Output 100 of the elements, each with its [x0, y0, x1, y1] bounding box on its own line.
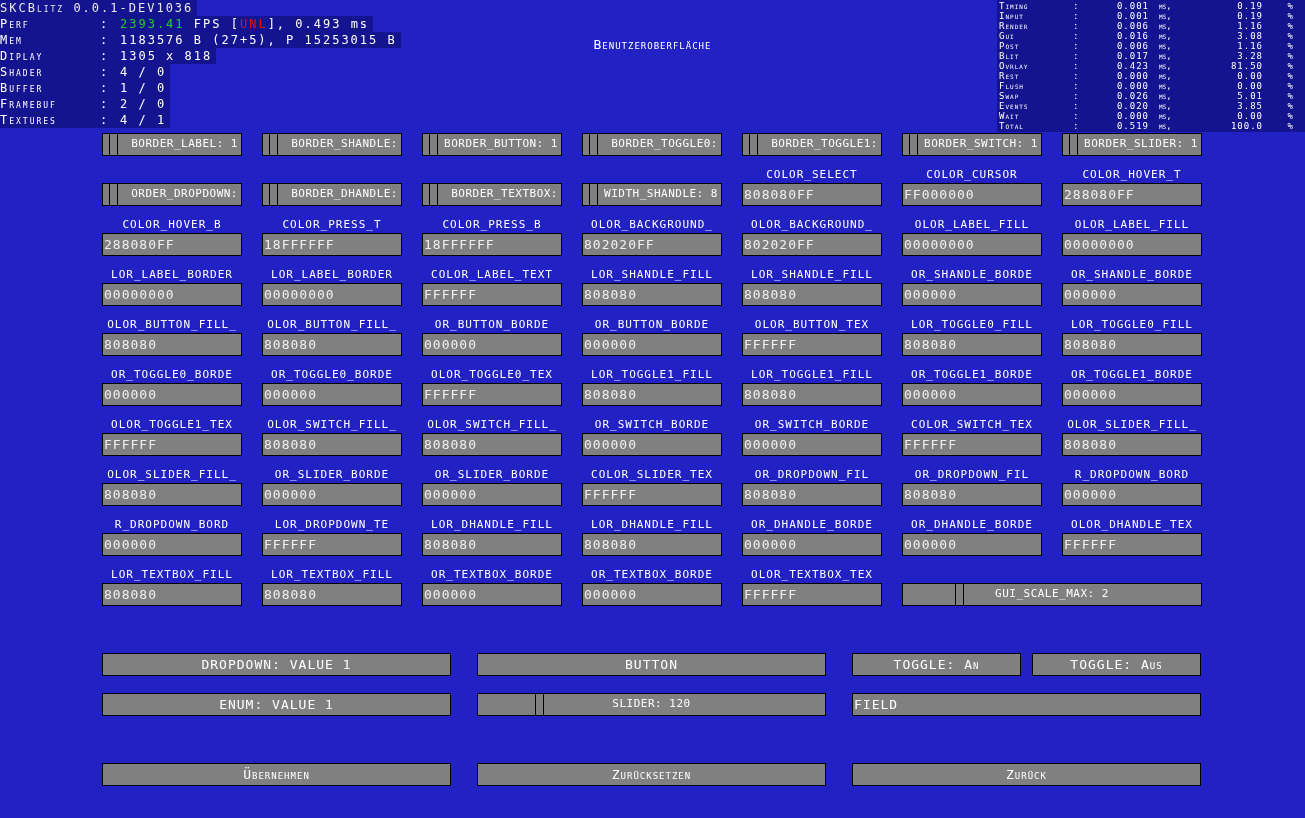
timing-ms: 0.000: [1115, 81, 1149, 91]
input-field[interactable]: 808080: [1062, 333, 1202, 356]
slider[interactable]: SLIDER: 120: [477, 693, 826, 716]
slider[interactable]: BORDER_SLIDER: 1: [1062, 133, 1202, 156]
input-field[interactable]: 808080: [1062, 433, 1202, 456]
slider-handle[interactable]: [589, 184, 599, 205]
slider[interactable]: BORDER_TOGGLE1:: [742, 133, 882, 156]
dropdown[interactable]: DROPDOWN: VALUE 1: [102, 653, 451, 676]
input-field[interactable]: 000000: [742, 533, 882, 556]
slider-handle[interactable]: [109, 184, 119, 205]
input-field[interactable]: 000000: [742, 433, 882, 456]
input-field[interactable]: 808080: [422, 433, 562, 456]
field-label: COLOR_SLIDER_TEX: [591, 467, 713, 482]
input-field[interactable]: 000000: [422, 583, 562, 606]
input-field[interactable]: 000000: [1062, 383, 1202, 406]
input-field[interactable]: 808080: [102, 583, 242, 606]
slider[interactable]: WIDTH_SHANDLE: 8: [582, 183, 722, 206]
input-field[interactable]: 808080: [422, 533, 562, 556]
slider-handle[interactable]: [749, 134, 759, 155]
slider-handle[interactable]: [535, 694, 545, 715]
slider[interactable]: GUI_SCALE_MAX: 2: [902, 583, 1202, 606]
input-field[interactable]: 000000: [102, 533, 242, 556]
input-field[interactable]: 808080: [102, 333, 242, 356]
text-field[interactable]: FIELD: [852, 693, 1201, 716]
input-field[interactable]: FFFFFF: [902, 433, 1042, 456]
input-field[interactable]: FFFFFF: [742, 333, 882, 356]
slider[interactable]: BORDER_LABEL: 1: [102, 133, 242, 156]
input-field[interactable]: 000000: [902, 283, 1042, 306]
input-field[interactable]: 000000: [422, 333, 562, 356]
toggle-button[interactable]: TOGGLE: An: [852, 653, 1021, 676]
input-field[interactable]: 808080: [742, 283, 882, 306]
input-field[interactable]: 808080: [102, 483, 242, 506]
slider-label: BORDER_BUTTON: 1: [444, 136, 558, 153]
input-field[interactable]: 808080: [902, 333, 1042, 356]
slider-handle[interactable]: [109, 134, 119, 155]
slider-handle[interactable]: [589, 134, 599, 155]
slider[interactable]: BORDER_SHANDLE:: [262, 133, 402, 156]
input-field[interactable]: 808080: [582, 533, 722, 556]
input-field[interactable]: 808080: [902, 483, 1042, 506]
slider-handle[interactable]: [429, 134, 439, 155]
input-field[interactable]: 000000: [902, 533, 1042, 556]
input-field[interactable]: FFFFFF: [262, 533, 402, 556]
slider-handle[interactable]: [1069, 134, 1079, 155]
input-field[interactable]: 18FFFFFF: [422, 233, 562, 256]
input-field[interactable]: 000000: [1062, 483, 1202, 506]
input-field[interactable]: FF000000: [902, 183, 1042, 206]
debug-title: SKCBlitz 0.0.1-DEV1036: [0, 0, 198, 16]
slider-handle[interactable]: [269, 134, 279, 155]
button[interactable]: BUTTON: [477, 653, 826, 676]
input-field[interactable]: 00000000: [262, 283, 402, 306]
input-field[interactable]: FFFFFF: [422, 283, 562, 306]
slider[interactable]: BORDER_DHANDLE:: [262, 183, 402, 206]
input-field[interactable]: 000000: [1062, 283, 1202, 306]
input-field[interactable]: 000000: [422, 483, 562, 506]
input-field[interactable]: 808080: [582, 383, 722, 406]
input-field[interactable]: 802020FF: [582, 233, 722, 256]
input-field[interactable]: 00000000: [102, 283, 242, 306]
toggle-button[interactable]: TOGGLE: Aus: [1032, 653, 1201, 676]
input-field[interactable]: 000000: [582, 583, 722, 606]
slider-handle[interactable]: [955, 584, 964, 605]
slider[interactable]: BORDER_SWITCH: 1: [902, 133, 1042, 156]
input-field[interactable]: 18FFFFFF: [262, 233, 402, 256]
input-field[interactable]: 000000: [262, 383, 402, 406]
action-button[interactable]: Übernehmen: [102, 763, 451, 786]
action-button[interactable]: Zurück: [852, 763, 1201, 786]
slider-handle[interactable]: [909, 134, 919, 155]
input-field[interactable]: 00000000: [902, 233, 1042, 256]
input-field[interactable]: 808080: [742, 483, 882, 506]
input-field[interactable]: FFFFFF: [582, 483, 722, 506]
input-field[interactable]: 808080: [262, 433, 402, 456]
input-field[interactable]: 000000: [582, 433, 722, 456]
input-field[interactable]: 802020FF: [742, 233, 882, 256]
input-field[interactable]: FFFFFF: [1062, 533, 1202, 556]
input-field[interactable]: 808080: [742, 383, 882, 406]
slider-handle[interactable]: [269, 184, 279, 205]
input-field[interactable]: 00000000: [1062, 233, 1202, 256]
input-field[interactable]: 000000: [262, 483, 402, 506]
timing-percent: 0.00: [1236, 111, 1263, 121]
input-field[interactable]: 288080FF: [1062, 183, 1202, 206]
input-field[interactable]: 808080FF: [742, 183, 882, 206]
action-button[interactable]: Zurücksetzen: [477, 763, 826, 786]
field-label: LOR_LABEL_BORDER: [111, 267, 233, 282]
input-field[interactable]: 808080: [262, 583, 402, 606]
input-field[interactable]: 808080: [582, 283, 722, 306]
slider[interactable]: BORDER_TEXTBOX:: [422, 183, 562, 206]
input-field[interactable]: FFFFFF: [422, 383, 562, 406]
input-field[interactable]: 288080FF: [102, 233, 242, 256]
slider[interactable]: BORDER_TOGGLE0:: [582, 133, 722, 156]
slider[interactable]: ORDER_DROPDOWN:: [102, 183, 242, 206]
dropdown[interactable]: ENUM: VALUE 1: [102, 693, 451, 716]
slider-handle[interactable]: [429, 184, 439, 205]
input-field[interactable]: 000000: [102, 383, 242, 406]
debug-label: Textures: [0, 112, 58, 129]
input-field[interactable]: 000000: [582, 333, 722, 356]
slider[interactable]: BORDER_BUTTON: 1: [422, 133, 562, 156]
input-field[interactable]: FFFFFF: [102, 433, 242, 456]
input-field[interactable]: FFFFFF: [742, 583, 882, 606]
timing-label: Post: [998, 41, 1021, 51]
input-field[interactable]: 808080: [262, 333, 402, 356]
input-field[interactable]: 000000: [902, 383, 1042, 406]
